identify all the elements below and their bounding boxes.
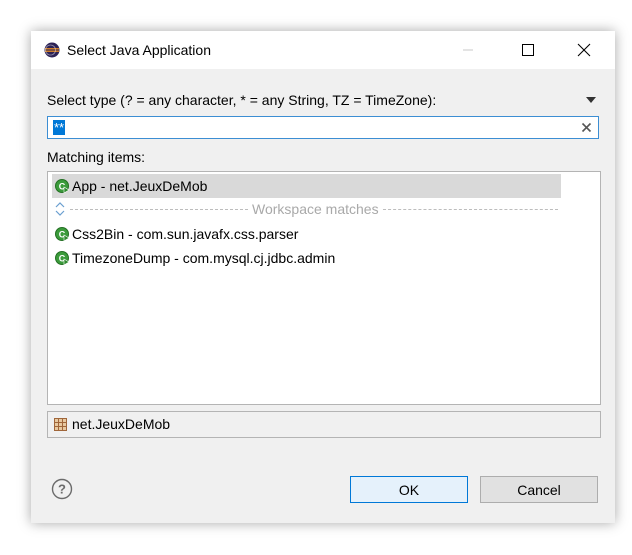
java-main-class-icon: C (55, 251, 70, 266)
selected-package-bar: net.JeuxDeMob (47, 411, 601, 438)
separator-line (70, 209, 248, 210)
title-bar[interactable]: Select Java Application (31, 31, 615, 69)
java-main-class-icon: C (55, 179, 70, 194)
list-item-label: TimezoneDump - com.mysql.cj.jdbc.admin (72, 250, 336, 266)
ok-button[interactable]: OK (350, 476, 468, 503)
window-title: Select Java Application (67, 42, 211, 58)
package-icon (54, 418, 67, 431)
package-name: net.JeuxDeMob (72, 416, 171, 432)
matching-items-list[interactable]: C App - net.JeuxDeMob Workspace matches … (47, 171, 601, 405)
type-filter-input[interactable]: ** (47, 116, 599, 139)
list-item[interactable]: C App - net.JeuxDeMob (52, 174, 561, 198)
close-icon (577, 43, 591, 57)
maximize-icon (522, 44, 534, 56)
list-item-label: App - net.JeuxDeMob (72, 178, 208, 194)
close-button[interactable] (561, 31, 607, 69)
svg-text:?: ? (58, 482, 66, 497)
eclipse-icon (44, 42, 60, 58)
matching-items-label: Matching items: (47, 149, 146, 165)
dropdown-menu-icon[interactable] (585, 96, 597, 104)
maximize-button[interactable] (505, 31, 551, 69)
cancel-button[interactable]: Cancel (480, 476, 598, 503)
separator-label: Workspace matches (248, 200, 383, 218)
workspace-matches-separator: Workspace matches (52, 200, 558, 218)
minimize-icon (463, 49, 473, 51)
list-item-label: Css2Bin - com.sun.javafx.css.parser (72, 226, 299, 242)
help-icon[interactable]: ? (51, 478, 73, 500)
select-java-application-dialog: Select Java Application Select type (? =… (31, 31, 615, 523)
separator-chevron-icon (55, 202, 65, 216)
java-main-class-icon: C (55, 227, 70, 242)
minimize-button[interactable] (445, 31, 491, 69)
separator-line (382, 209, 558, 210)
select-type-label: Select type (? = any character, * = any … (47, 92, 437, 108)
clear-icon[interactable] (581, 122, 592, 133)
filter-value[interactable]: ** (53, 120, 66, 135)
